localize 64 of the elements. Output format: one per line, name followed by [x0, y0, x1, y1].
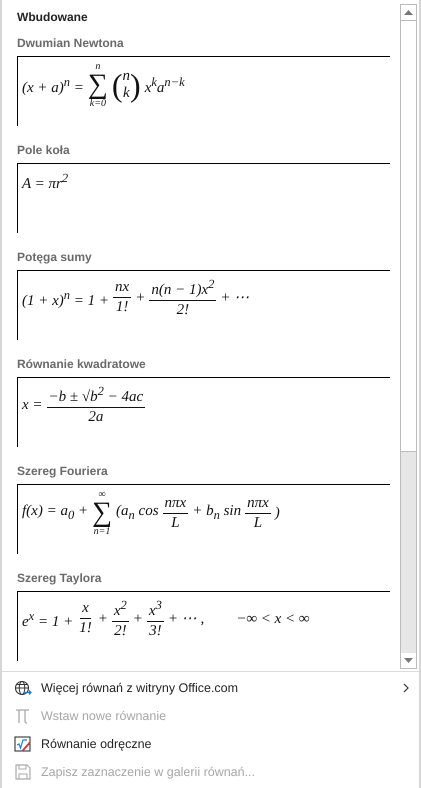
- lower-limit: n=1: [94, 526, 110, 537]
- equation-title: Dwumian Newtona: [17, 35, 125, 52]
- sum-symbol: ∑: [88, 72, 108, 98]
- binomial-bottom: k: [122, 85, 130, 102]
- scroll-thumb[interactable]: [401, 20, 416, 452]
- math-text: + ⋯ ,: [168, 610, 204, 628]
- math-text: (x + a)$^{n}$ =: [22, 74, 84, 98]
- scroll-down-button[interactable]: [401, 653, 416, 668]
- math-text: + ⋯: [220, 288, 250, 308]
- scrollbar[interactable]: [400, 4, 417, 669]
- equation-tile[interactable]: x = −b ± √b$^{2}$ − 4ac 2a: [17, 377, 390, 447]
- math-text: f(x) = a$_{0}$ +: [22, 502, 88, 524]
- globe-icon: [14, 680, 32, 696]
- denominator: L: [252, 514, 264, 532]
- numerator: −b ± √b$^{2}$ − 4ac: [46, 382, 146, 408]
- equation-title: Pole koła: [17, 142, 71, 159]
- equation-title: Szereg Fouriera: [17, 463, 109, 480]
- numerator: x$^{3}$: [146, 596, 164, 622]
- denominator: 2!: [113, 622, 128, 641]
- equation-title: Równanie kwadratowe: [17, 356, 147, 373]
- math-text: e$^{x}$ = 1 +: [22, 608, 74, 632]
- math-text: +: [132, 610, 143, 628]
- upper-limit: n: [95, 61, 100, 72]
- gallery-heading: Wbudowane: [17, 9, 89, 26]
- numerator: nπx: [162, 494, 188, 514]
- handwriting-icon: [14, 736, 32, 752]
- math-text: −∞ < x < ∞: [236, 610, 310, 628]
- caret-down-icon: [404, 658, 413, 663]
- equation-title: Szereg Taylora: [17, 570, 102, 587]
- math-text: +: [135, 288, 146, 308]
- math-text: x =: [22, 396, 43, 414]
- menu-item[interactable]: Więcej równań z witryny Office.com: [2, 674, 419, 702]
- denominator: 2a: [87, 408, 104, 427]
- chevron-right-icon: [403, 683, 409, 693]
- equation-tile[interactable]: A = πr$^{2}$: [17, 163, 390, 233]
- scroll-up-button[interactable]: [401, 5, 416, 20]
- numerator: nπx: [245, 494, 271, 514]
- denominator: 3!: [148, 622, 163, 641]
- menu-item[interactable]: Równanie odręczne: [2, 730, 419, 758]
- denominator: 2!: [176, 301, 190, 320]
- pi-icon: [14, 708, 32, 724]
- numerator: x$^{2}$: [112, 596, 129, 622]
- numerator: x: [80, 599, 91, 619]
- math-text: +: [98, 610, 108, 628]
- numerator: nx: [113, 278, 132, 298]
- binomial-top: n: [122, 68, 130, 85]
- math-text: + b$_{n}$ sin: [192, 502, 242, 524]
- math-text: ): [274, 504, 280, 523]
- caret-up-icon: [404, 10, 413, 15]
- math-text: (1 + x)$^{n}$ = 1 +: [22, 286, 110, 310]
- math-text: x$^{k}$a$^{n−k}$: [144, 74, 185, 98]
- numerator: n(n − 1)x$^{2}$: [149, 275, 216, 301]
- upper-limit: ∞: [98, 489, 106, 500]
- denominator: 1!: [78, 619, 93, 638]
- parenthesis: (: [112, 67, 123, 103]
- save-icon: [14, 764, 32, 780]
- denominator: 1!: [114, 298, 130, 317]
- sum-symbol: ∑: [92, 500, 112, 526]
- parenthesis: ): [130, 67, 141, 103]
- math-text: A = πr$^{2}$: [22, 170, 68, 194]
- denominator: L: [170, 514, 181, 532]
- math-text: (a$_{n}$ cos: [116, 502, 159, 524]
- lower-limit: k=0: [90, 98, 106, 109]
- equation-title: Potęga sumy: [17, 249, 93, 266]
